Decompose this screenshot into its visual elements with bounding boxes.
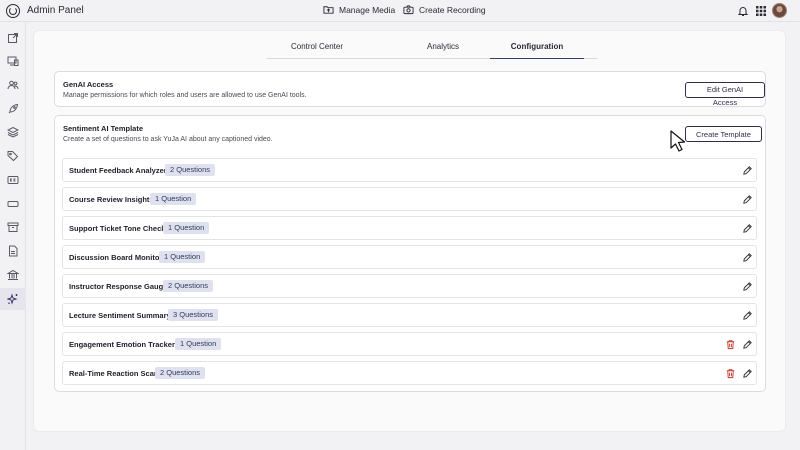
sidebar-item-archive[interactable] — [0, 216, 26, 238]
apps-grid-icon[interactable] — [755, 5, 767, 17]
template-row[interactable]: Discussion Board Monitor 1 Question — [62, 245, 757, 269]
sidebar-item-rocket[interactable] — [0, 98, 26, 120]
devices-icon — [7, 56, 19, 66]
external-link-icon — [8, 33, 18, 43]
sparkles-icon — [7, 293, 18, 305]
template-row[interactable]: Student Feedback Analyzer 2 Questions — [62, 158, 757, 182]
sidebar-item-devices[interactable] — [0, 50, 26, 72]
question-count-badge: 1 Question — [159, 251, 206, 263]
sentiment-template-card: Sentiment AI Template Create a set of qu… — [54, 115, 766, 392]
main-panel: Control Center Analytics Configuration G… — [33, 30, 786, 432]
edit-pencil-icon[interactable] — [742, 281, 753, 292]
create-recording-label: Create Recording — [419, 4, 486, 15]
template-name: Lecture Sentiment Summary — [69, 311, 171, 320]
logo-icon[interactable] — [6, 4, 20, 18]
genai-access-title: GenAI Access — [63, 80, 114, 89]
edit-pencil-icon[interactable] — [742, 252, 753, 263]
edit-pencil-icon[interactable] — [742, 165, 753, 176]
edit-genai-access-button[interactable]: Edit GenAI Access — [685, 82, 765, 107]
sidebar-item-tags[interactable] — [0, 145, 26, 167]
question-count-badge: 1 Question — [175, 338, 222, 350]
layers-icon — [7, 126, 19, 138]
tab-configuration[interactable]: Configuration — [490, 39, 584, 59]
question-count-badge: 3 Questions — [168, 309, 219, 321]
users-icon — [7, 80, 19, 90]
template-name: Real-Time Reaction Scan — [69, 369, 159, 378]
template-name: Course Review Insights — [69, 195, 154, 204]
question-count-badge: 1 Question — [150, 193, 197, 205]
template-name: Discussion Board Monitor — [69, 253, 163, 262]
rectangle-icon — [7, 201, 19, 207]
sidebar-item-external-link[interactable] — [0, 27, 26, 49]
top-bar: Admin Panel Manage Media Create Recordin… — [0, 0, 800, 22]
template-row[interactable]: Instructor Response Gauge 2 Questions — [62, 274, 757, 298]
edit-pencil-icon[interactable] — [742, 194, 753, 205]
edit-pencil-icon[interactable] — [742, 223, 753, 234]
template-name: Support Ticket Tone Check — [69, 224, 166, 233]
rocket-icon — [8, 103, 19, 114]
tab-control-center[interactable]: Control Center — [270, 39, 364, 59]
bell-icon[interactable] — [737, 5, 749, 17]
template-name: Student Feedback Analyzer — [69, 166, 167, 175]
archive-icon — [7, 222, 19, 232]
template-row[interactable]: Support Ticket Tone Check 1 Question — [62, 216, 757, 240]
question-count-badge: 1 Question — [163, 222, 210, 234]
trash-icon[interactable] — [725, 368, 736, 379]
sidebar-item-rectangle[interactable] — [0, 193, 26, 215]
template-name: Instructor Response Gauge — [69, 282, 168, 291]
sidebar-item-users[interactable] — [0, 74, 26, 96]
sidebar-item-institution[interactable] — [0, 264, 26, 286]
app-title: Admin Panel — [27, 5, 84, 16]
sidebar-item-sparkles[interactable] — [0, 288, 26, 310]
mouse-cursor-icon — [670, 130, 686, 152]
sidebar-item-layers[interactable] — [0, 121, 26, 143]
tags-icon — [7, 151, 19, 162]
manage-media-button[interactable]: Manage Media — [323, 4, 395, 15]
sidebar-item-captions[interactable] — [0, 169, 26, 191]
template-row[interactable]: Course Review Insights 1 Question — [62, 187, 757, 211]
institution-icon — [7, 269, 19, 280]
question-count-badge: 2 Questions — [163, 280, 214, 292]
tab-analytics[interactable]: Analytics — [396, 39, 490, 59]
create-template-button[interactable]: Create Template — [685, 126, 762, 142]
template-row[interactable]: Real-Time Reaction Scan 2 Questions — [62, 361, 757, 385]
question-count-badge: 2 Questions — [155, 367, 206, 379]
genai-access-card: GenAI Access Manage permissions for whic… — [54, 71, 766, 107]
sidebar — [0, 22, 26, 450]
captions-icon — [7, 176, 19, 184]
avatar[interactable] — [772, 3, 787, 18]
sidebar-item-document[interactable] — [0, 240, 26, 262]
question-count-badge: 2 Questions — [165, 164, 216, 176]
manage-media-label: Manage Media — [339, 4, 396, 15]
sentiment-template-title: Sentiment AI Template — [63, 124, 144, 133]
edit-pencil-icon[interactable] — [742, 310, 753, 321]
template-row[interactable]: Lecture Sentiment Summary 3 Questions — [62, 303, 757, 327]
document-icon — [9, 245, 18, 257]
create-recording-button[interactable]: Create Recording — [403, 4, 486, 15]
template-row[interactable]: Engagement Emotion Tracker 1 Question — [62, 332, 757, 356]
tab-bar: Control Center Analytics Configuration — [267, 39, 597, 59]
trash-icon[interactable] — [725, 339, 736, 350]
sentiment-template-subtitle: Create a set of questions to ask YuJa AI… — [63, 136, 273, 143]
genai-access-subtitle: Manage permissions for which roles and u… — [63, 92, 307, 99]
folder-upload-icon — [323, 6, 334, 14]
edit-pencil-icon[interactable] — [742, 368, 753, 379]
camera-icon — [403, 5, 414, 15]
template-name: Engagement Emotion Tracker — [69, 340, 175, 349]
edit-pencil-icon[interactable] — [742, 339, 753, 350]
